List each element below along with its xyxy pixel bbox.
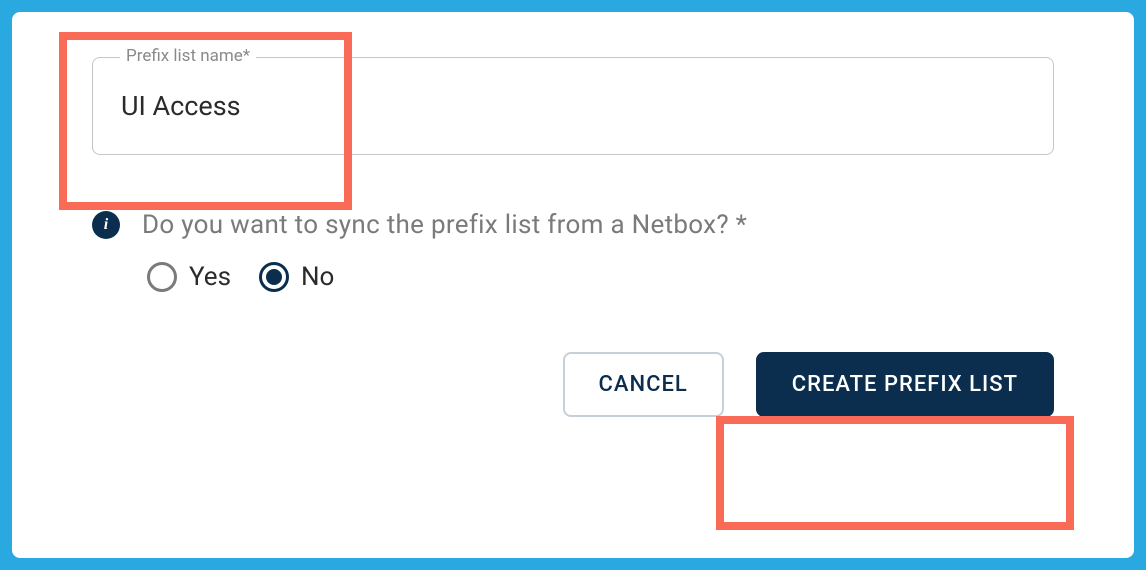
sync-question-row: i Do you want to sync the prefix list fr…	[92, 210, 1054, 240]
prefix-name-label: Prefix list name*	[120, 46, 256, 66]
radio-no-indicator	[259, 262, 289, 292]
create-prefix-list-button[interactable]: CREATE PREFIX LIST	[756, 352, 1054, 417]
radio-no[interactable]: No	[259, 262, 334, 292]
radio-group: Yes No	[147, 262, 1054, 292]
dialog-panel: Prefix list name* i Do you want to sync …	[12, 12, 1134, 558]
button-row: CANCEL CREATE PREFIX LIST	[92, 352, 1054, 417]
cancel-button[interactable]: CANCEL	[563, 352, 724, 417]
radio-yes[interactable]: Yes	[147, 262, 231, 292]
radio-yes-indicator	[147, 262, 177, 292]
radio-no-label: No	[301, 262, 334, 292]
info-icon[interactable]: i	[92, 211, 120, 239]
prefix-name-field-wrap: Prefix list name*	[92, 57, 1054, 155]
prefix-name-input[interactable]	[92, 57, 1054, 155]
sync-question-text: Do you want to sync the prefix list from…	[142, 210, 747, 240]
radio-yes-label: Yes	[189, 262, 231, 292]
radio-no-dot	[266, 269, 282, 285]
highlight-create-button	[716, 416, 1074, 530]
